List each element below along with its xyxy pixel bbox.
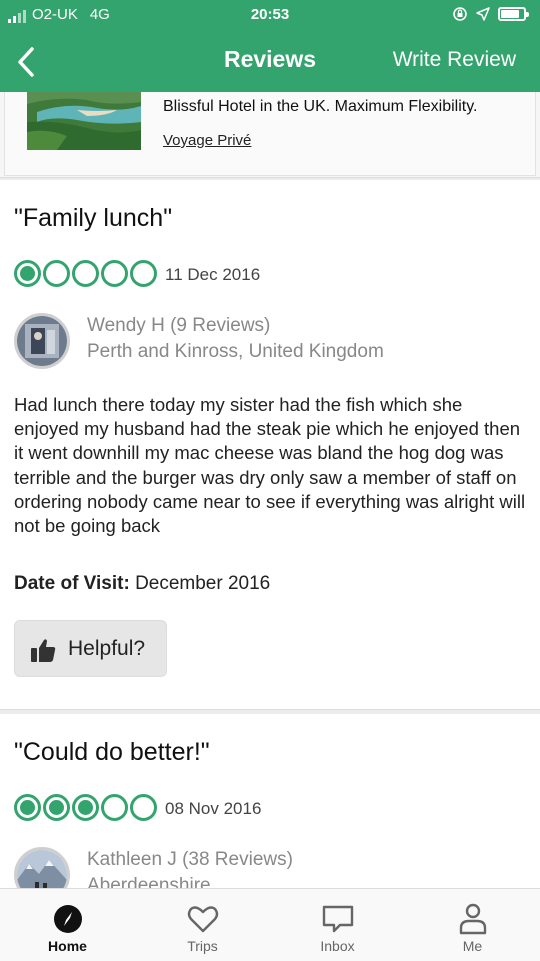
reviewer-location: Perth and Kinross, United Kingdom (87, 341, 384, 362)
lock-rotation-icon (453, 7, 467, 21)
review-card: "Family lunch" 11 Dec 2016 Wendy H (9 Re… (0, 180, 540, 710)
date-of-visit: Date of Visit: December 2016 (14, 573, 270, 595)
review-card: "Could do better!" 08 Nov 2016 Kathleen … (0, 714, 540, 903)
review-title: "Could do better!" (14, 738, 210, 766)
ad-text: Blissful Hotel in the UK. Maximum Flexib… (163, 98, 478, 115)
thumbs-up-icon (31, 639, 56, 662)
rating-bubble-empty (72, 260, 99, 287)
rating-bubble-empty (130, 260, 157, 287)
review-date: 11 Dec 2016 (165, 265, 261, 284)
tab-trips[interactable]: Trips (135, 889, 270, 961)
reviewer-name[interactable]: Kathleen J (38 Reviews) (87, 849, 293, 871)
heart-icon (187, 906, 218, 933)
location-arrow-icon (476, 7, 490, 21)
rating-bubble-filled (43, 794, 70, 821)
rating-bubble-filled (72, 794, 99, 821)
tab-bar: Home Trips Inbox Me (0, 888, 540, 961)
reviewer-name[interactable]: Wendy H (9 Reviews) (87, 315, 270, 337)
person-icon (459, 903, 486, 935)
app-header: O2-UK 4G 20:53 Reviews Write Review (0, 0, 540, 92)
review-title: "Family lunch" (14, 204, 173, 232)
message-icon (322, 905, 353, 933)
battery-icon (498, 7, 529, 21)
visit-value: December 2016 (135, 573, 271, 594)
helpful-button[interactable]: Helpful? (14, 620, 167, 677)
ad-image (27, 92, 141, 150)
write-review-button[interactable]: Write Review (393, 48, 516, 72)
bubble-rating (14, 794, 157, 821)
review-body: Had lunch there today my sister had the … (14, 394, 526, 537)
bubble-rating (14, 260, 157, 287)
compass-icon (53, 905, 82, 933)
rating-bubble-empty (130, 794, 157, 821)
rating-bubble-empty (101, 260, 128, 287)
helpful-label: Helpful? (68, 637, 146, 660)
rating-bubble-filled (14, 794, 41, 821)
tab-label: Home (48, 938, 87, 954)
tab-label: Inbox (320, 938, 355, 954)
tab-inbox[interactable]: Inbox (270, 889, 405, 961)
rating-bubble-empty (43, 260, 70, 287)
ad-sponsor-link[interactable]: Voyage Privé (163, 132, 251, 149)
status-bar: O2-UK 4G 20:53 (0, 6, 540, 26)
tab-home[interactable]: Home (0, 889, 135, 961)
tab-me[interactable]: Me (405, 889, 540, 961)
visit-label: Date of Visit: (14, 573, 130, 594)
tab-label: Trips (187, 938, 218, 954)
sponsored-ad[interactable]: Blissful Hotel in the UK. Maximum Flexib… (0, 92, 540, 178)
rating-bubble-filled (14, 260, 41, 287)
avatar[interactable] (14, 313, 70, 369)
review-date: 08 Nov 2016 (165, 799, 262, 818)
rating-bubble-empty (101, 794, 128, 821)
tab-label: Me (462, 938, 483, 954)
